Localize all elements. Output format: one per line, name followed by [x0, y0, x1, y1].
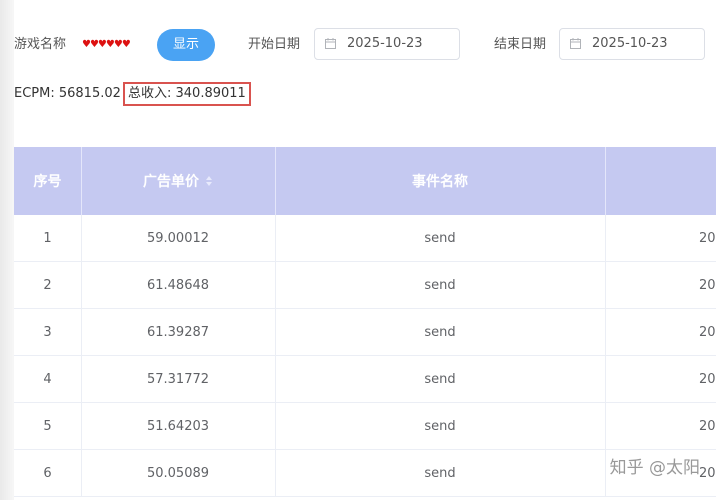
game-name-value: ♥♥♥♥♥♥ — [82, 39, 131, 50]
header-index: 序号 — [14, 147, 82, 215]
start-date-label: 开始日期 — [248, 37, 301, 52]
row-index: 5 — [14, 403, 82, 449]
row-event: send — [275, 356, 606, 402]
total-revenue-stat: 总收入: 340.89011 — [123, 82, 251, 106]
row-event: send — [275, 403, 606, 449]
end-date-value: 2025-10-23 — [592, 36, 668, 51]
row-time: 20 — [605, 262, 716, 308]
row-index: 3 — [14, 309, 82, 355]
table-row: 1 59.00012 send 20 — [14, 215, 716, 262]
header-ad-price[interactable]: 广告单价 — [81, 147, 276, 215]
calendar-icon — [570, 38, 581, 49]
game-name-label: 游戏名称 — [14, 37, 67, 52]
row-price: 59.00012 — [81, 215, 276, 261]
row-index: 2 — [14, 262, 82, 308]
end-date-label: 结束日期 — [494, 37, 547, 52]
table-row: 4 57.31772 send 20 — [14, 356, 716, 403]
row-price: 57.31772 — [81, 356, 276, 402]
ecpm-stat: ECPM: 56815.02 — [14, 86, 121, 101]
header-ad-price-label: 广告单价 — [143, 174, 199, 190]
table-row: 5 51.64203 send 20 — [14, 403, 716, 450]
row-time: 20 — [605, 309, 716, 355]
row-event: send — [275, 309, 606, 355]
row-price: 61.48648 — [81, 262, 276, 308]
row-price: 61.39287 — [81, 309, 276, 355]
row-price: 51.64203 — [81, 403, 276, 449]
row-event: send — [275, 262, 606, 308]
row-event: send — [275, 450, 606, 496]
row-time: 20 — [605, 215, 716, 261]
show-button[interactable]: 显示 — [157, 29, 215, 61]
row-index: 6 — [14, 450, 82, 496]
header-time — [605, 147, 716, 215]
header-event-name: 事件名称 — [275, 147, 606, 215]
row-index: 1 — [14, 215, 82, 261]
left-edge-shadow — [0, 0, 14, 500]
ad-revenue-table: 序号 广告单价 事件名称 1 59.00012 send 20 2 61.486… — [14, 147, 716, 500]
end-date-input[interactable]: 2025-10-23 — [559, 28, 705, 60]
table-row: 3 61.39287 send 20 — [14, 309, 716, 356]
table-header-row: 序号 广告单价 事件名称 — [14, 147, 716, 215]
row-index: 4 — [14, 356, 82, 402]
start-date-value: 2025-10-23 — [347, 36, 423, 51]
row-price: 50.05089 — [81, 450, 276, 496]
start-date-input[interactable]: 2025-10-23 — [314, 28, 460, 60]
row-time: 20 — [605, 356, 716, 402]
table-row: 2 61.48648 send 20 — [14, 262, 716, 309]
row-event: send — [275, 215, 606, 261]
calendar-icon — [325, 38, 336, 49]
row-time: 20 — [605, 403, 716, 449]
watermark: 知乎 @太阳 — [609, 458, 700, 478]
filter-bar: 游戏名称 ♥♥♥♥♥♥ 显示 开始日期 2025-10-23 结束日期 2025… — [14, 28, 716, 62]
sort-icon[interactable] — [205, 175, 213, 187]
